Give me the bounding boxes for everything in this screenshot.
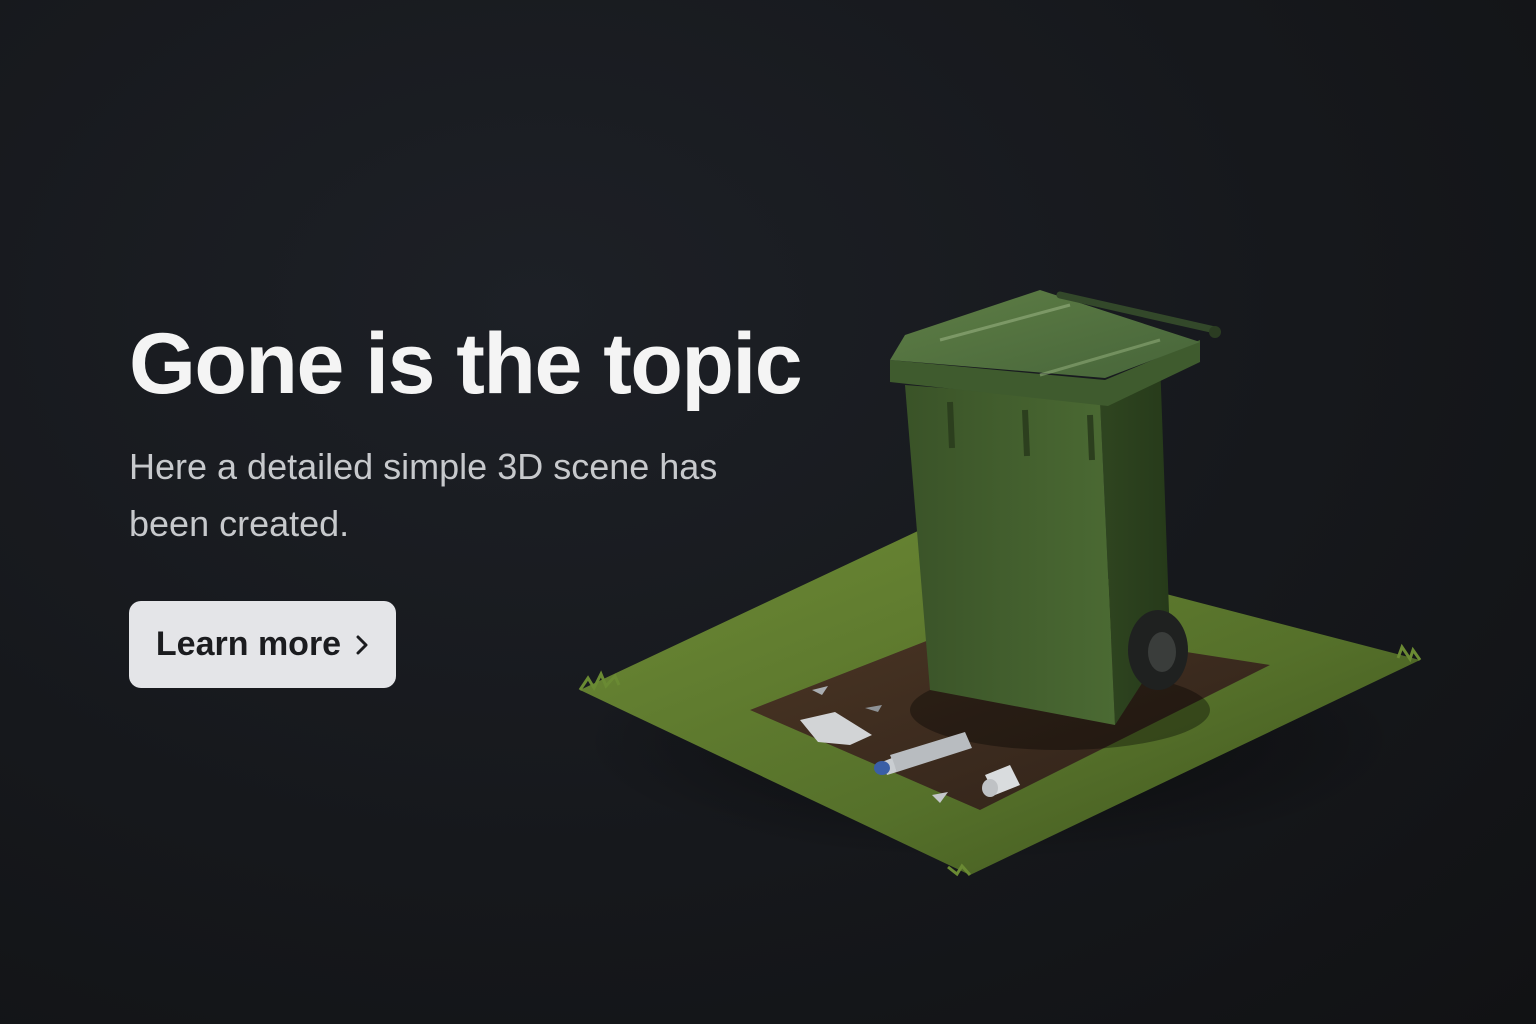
bin-rib <box>1087 414 1095 461</box>
learn-more-button[interactable]: Learn more <box>129 601 396 688</box>
bin-front <box>905 385 1115 725</box>
chevron-right-icon <box>355 634 369 656</box>
bin-wheel-hub <box>1148 632 1176 672</box>
handle-knob <box>1209 326 1221 338</box>
bin-rib <box>947 401 955 449</box>
learn-more-label: Learn more <box>155 625 342 663</box>
trash-bin-scene <box>578 290 1422 877</box>
bin-rib <box>1022 409 1030 457</box>
